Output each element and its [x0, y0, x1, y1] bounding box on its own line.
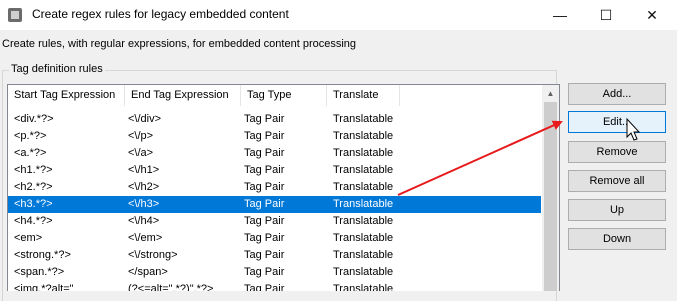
- cell-start-tag: <h3.*?>: [14, 198, 53, 210]
- down-button[interactable]: Down: [568, 228, 666, 250]
- cell-end-tag: <\/h3>: [128, 198, 160, 210]
- cell-start-tag: <h4.*?>: [14, 215, 53, 227]
- table-row[interactable]: <h1.*?> <\/h1> Tag Pair Translatable: [8, 162, 541, 179]
- cell-start-tag: <strong.*?>: [14, 249, 71, 261]
- scroll-up-arrow-icon[interactable]: ▲: [542, 85, 559, 102]
- remove-button[interactable]: Remove: [568, 141, 666, 163]
- table-row[interactable]: <em> <\/em> Tag Pair Translatable: [8, 230, 541, 247]
- cell-tag-type: Tag Pair: [244, 130, 285, 142]
- cell-start-tag: <em>: [14, 232, 43, 244]
- scrollbar-thumb[interactable]: [544, 102, 557, 291]
- table-row[interactable]: <h4.*?> <\/h4> Tag Pair Translatable: [8, 213, 541, 230]
- cell-tag-type: Tag Pair: [244, 249, 285, 261]
- table-row[interactable]: <span.*?> </span> Tag Pair Translatable: [8, 264, 541, 281]
- cell-tag-type: Tag Pair: [244, 266, 285, 278]
- column-header-tag-type[interactable]: Tag Type: [241, 85, 327, 106]
- cell-translate: Translatable: [333, 249, 394, 261]
- cell-start-tag: <p.*?>: [14, 130, 47, 142]
- cell-translate: Translatable: [333, 164, 394, 176]
- cell-tag-type: Tag Pair: [244, 198, 285, 210]
- cell-end-tag: <\/h4>: [128, 215, 160, 227]
- window-title: Create regex rules for legacy embedded c…: [32, 7, 289, 21]
- cell-translate: Translatable: [333, 232, 394, 244]
- column-header-translate[interactable]: Translate: [327, 85, 400, 106]
- cell-translate: Translatable: [333, 198, 394, 210]
- cell-end-tag: </span>: [128, 266, 168, 278]
- cell-tag-type: Tag Pair: [244, 164, 285, 176]
- cell-end-tag: <\/a>: [128, 147, 154, 159]
- groupbox-label: Tag definition rules: [9, 63, 105, 75]
- cell-start-tag: <h2.*?>: [14, 181, 53, 193]
- title-bar: Create regex rules for legacy embedded c…: [0, 0, 677, 30]
- app-icon: [8, 8, 22, 22]
- minimize-button[interactable]: —: [537, 0, 583, 30]
- cell-tag-type: Tag Pair: [244, 232, 285, 244]
- list-header: Start Tag Expression End Tag Expression …: [8, 85, 541, 106]
- dialog-description: Create rules, with regular expressions, …: [2, 38, 357, 50]
- add-button[interactable]: Add...: [568, 83, 666, 105]
- column-header-start-tag[interactable]: Start Tag Expression: [8, 85, 125, 106]
- cell-tag-type: Tag Pair: [244, 215, 285, 227]
- cell-end-tag: <\/em>: [128, 232, 163, 244]
- cell-end-tag: <\/p>: [128, 130, 154, 142]
- cell-start-tag: <a.*?>: [14, 147, 47, 159]
- cell-start-tag: <div.*?>: [14, 113, 54, 125]
- cell-tag-type: Tag Pair: [244, 147, 285, 159]
- cell-start-tag: <span.*?>: [14, 266, 65, 278]
- cell-tag-type: Tag Pair: [244, 113, 285, 125]
- cell-end-tag: <\/h2>: [128, 181, 160, 193]
- cell-translate: Translatable: [333, 130, 394, 142]
- cell-translate: Translatable: [333, 181, 394, 193]
- table-row[interactable]: <p.*?> <\/p> Tag Pair Translatable: [8, 128, 541, 145]
- cell-translate: Translatable: [333, 147, 394, 159]
- edit-button[interactable]: Edit...: [568, 111, 666, 133]
- vertical-scrollbar[interactable]: ▲: [542, 85, 559, 291]
- cell-tag-type: Tag Pair: [244, 181, 285, 193]
- column-header-end-tag[interactable]: End Tag Expression: [125, 85, 241, 106]
- close-button[interactable]: ✕: [629, 0, 675, 30]
- cell-translate: Translatable: [333, 113, 394, 125]
- up-button[interactable]: Up: [568, 199, 666, 221]
- table-row[interactable]: <strong.*?> <\/strong> Tag Pair Translatabl…: [8, 247, 541, 264]
- table-row[interactable]: <h2.*?> <\/h2> Tag Pair Translatable: [8, 179, 541, 196]
- cell-start-tag: <h1.*?>: [14, 164, 53, 176]
- cell-end-tag: <\/div>: [128, 113, 162, 125]
- cell-end-tag: <\/h1>: [128, 164, 160, 176]
- cell-translate: Translatable: [333, 266, 394, 278]
- remove-all-button[interactable]: Remove all: [568, 170, 666, 192]
- table-row[interactable]: <h3.*?> <\/h3> Tag Pair Translatable: [8, 196, 541, 213]
- tag-rules-list[interactable]: Start Tag Expression End Tag Expression …: [7, 84, 560, 291]
- maximize-button[interactable]: ☐: [583, 0, 629, 30]
- table-row[interactable]: <div.*?> <\/div> Tag Pair Translatable: [8, 111, 541, 128]
- cell-translate: Translatable: [333, 215, 394, 227]
- table-row[interactable]: <a.*?> <\/a> Tag Pair Translatable: [8, 145, 541, 162]
- cell-end-tag: <\/strong>: [128, 249, 178, 261]
